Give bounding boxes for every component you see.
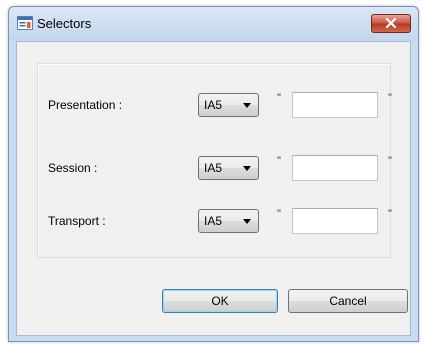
dialog-client-area: Presentation : IA5 " " Session : IA5 " "… — [16, 41, 411, 336]
dialog-list-icon — [17, 16, 33, 30]
transport-label: Transport : — [48, 214, 106, 228]
transport-quote-open: " — [277, 208, 281, 220]
presentation-field[interactable] — [292, 92, 378, 118]
transport-encoding-value: IA5 — [204, 214, 223, 228]
ok-button[interactable]: OK — [162, 289, 278, 313]
transport-field[interactable] — [292, 208, 378, 234]
chevron-down-icon — [243, 166, 251, 171]
chevron-down-icon — [243, 219, 251, 224]
presentation-encoding-select[interactable]: IA5 — [198, 93, 259, 117]
presentation-quote-close: " — [388, 92, 392, 104]
close-icon — [385, 17, 397, 31]
dialog-title: Selectors — [37, 16, 92, 31]
session-quote-open: " — [277, 155, 281, 167]
session-label: Session : — [48, 161, 98, 175]
transport-encoding-select[interactable]: IA5 — [198, 209, 259, 233]
presentation-label: Presentation : — [48, 98, 123, 112]
close-button[interactable] — [371, 14, 411, 33]
session-quote-close: " — [388, 155, 392, 167]
selectors-dialog: Selectors Presentation : IA5 " " Session… — [8, 6, 419, 342]
session-encoding-value: IA5 — [204, 161, 223, 175]
session-field[interactable] — [292, 155, 378, 181]
presentation-quote-open: " — [277, 92, 281, 104]
selectors-group: Presentation : IA5 " " Session : IA5 " "… — [37, 63, 392, 258]
presentation-encoding-value: IA5 — [204, 98, 223, 112]
chevron-down-icon — [243, 103, 251, 108]
title-bar[interactable]: Selectors — [9, 7, 418, 41]
session-encoding-select[interactable]: IA5 — [198, 156, 259, 180]
cancel-button[interactable]: Cancel — [288, 289, 408, 313]
transport-quote-close: " — [388, 208, 392, 220]
